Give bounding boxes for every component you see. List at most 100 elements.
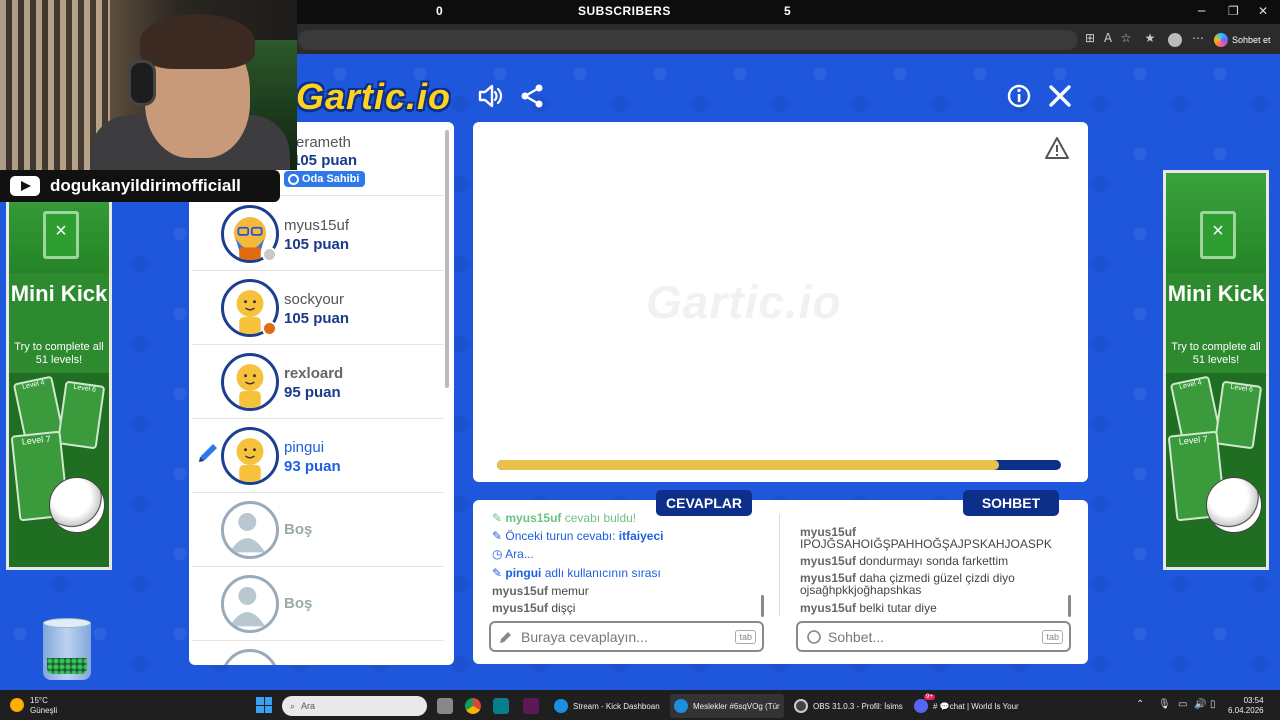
taskbar-app[interactable]: Meslekler #6sqVOg (Tür: [670, 694, 784, 718]
minimize-icon[interactable]: ─: [1198, 4, 1205, 18]
previous-answer: itfaiyeci: [618, 529, 664, 543]
webcam-person-hair: [140, 14, 255, 69]
favorites-icon[interactable]: ★: [1142, 31, 1158, 47]
room-owner-badge: Oda Sahibi: [284, 171, 366, 187]
counter-left: 0: [436, 4, 443, 18]
webcam-overlay: [0, 0, 297, 170]
list-item: myus15uf daha çizmedi güzel çizdi diyo oj…: [800, 572, 1015, 596]
battery-icon[interactable]: ▯: [1210, 699, 1216, 710]
copilot-button[interactable]: Sohbet et: [1214, 31, 1271, 49]
ad-title: Mini Kick: [1167, 281, 1265, 306]
clock[interactable]: 03:54 6.04.2026: [1228, 696, 1264, 716]
more-menu-icon[interactable]: ⋯: [1190, 31, 1206, 47]
chat-bubble-icon: [807, 629, 821, 644]
ad-image: Level 4 Level 6 Level 7: [1166, 373, 1266, 567]
empty-avatar-icon: [221, 501, 279, 559]
profile-avatar[interactable]: [1168, 33, 1182, 47]
time: 03:54: [1243, 696, 1264, 705]
list-item: ✎ myus15uf cevabı buldu!: [492, 512, 637, 525]
player-score: 105 puan: [284, 236, 350, 253]
tab-key-hint: tab: [1042, 630, 1063, 644]
msg-text: dişçi: [548, 601, 576, 615]
crown-icon: [288, 173, 299, 185]
app-icon[interactable]: [493, 698, 509, 714]
taskbar-search[interactable]: ⌕ Ara: [282, 696, 427, 716]
tab-key-hint: tab: [735, 630, 756, 644]
msg-user: myus15uf: [492, 601, 549, 615]
app-icon[interactable]: [523, 698, 539, 714]
chat-list: myus15uf IPOJĞSAHOIĞŞPAHHOĞŞAJPSKAHJOASPK…: [800, 512, 1062, 618]
chat-scrollbar[interactable]: [1068, 595, 1071, 617]
panel-divider: [779, 514, 780, 616]
list-item: myus15uf dondurmayı sonda farkettim: [800, 554, 1008, 569]
turn-timer-bar: [497, 460, 1061, 470]
read-aloud-icon[interactable]: A: [1100, 31, 1116, 47]
player-score: 105 puan: [292, 152, 358, 169]
msg-user: myus15uf: [800, 554, 857, 568]
msg-text: Ara...: [505, 547, 534, 561]
youtube-channel-banner: dogukanyildirimofficiall: [0, 170, 280, 202]
badge-label: Oda Sahibi: [302, 173, 360, 185]
canvas-watermark: Gartic.io: [646, 276, 842, 328]
volume-icon[interactable]: 🔊: [1194, 699, 1206, 710]
ad-subtitle: Try to complete all 51 levels!: [14, 341, 104, 366]
players-scrollbar[interactable]: [445, 130, 449, 388]
info-icon[interactable]: [1005, 82, 1033, 110]
player-row: pingui 93 puan: [192, 419, 444, 493]
msg-user: myus15uf: [505, 512, 562, 525]
soccer-ball-icon: [1206, 477, 1262, 533]
empty-avatar-icon: [221, 575, 279, 633]
answers-list: ✎ myus15uf cevabı buldu! ✎ Önceki turun …: [492, 512, 768, 618]
player-name: pingui: [284, 439, 325, 456]
task-view-icon[interactable]: [437, 698, 453, 714]
answers-scrollbar[interactable]: [761, 595, 764, 617]
sun-icon[interactable]: [10, 698, 24, 712]
ad-banner-left[interactable]: × Mini Kick Try to complete all 51 level…: [6, 170, 112, 570]
weather-widget[interactable]: 15°C Güneşli: [30, 696, 57, 716]
msg-text: Önceki turun cevabı:: [505, 529, 619, 543]
player-score: 95 puan: [284, 384, 341, 401]
drawing-pencil-icon: [199, 444, 217, 462]
players-panel: erameth 105 puan Oda Sahibi myus15uf 105…: [189, 122, 454, 665]
answer-placeholder: Buraya cevaplayın...: [521, 628, 648, 645]
address-bar[interactable]: [298, 30, 1078, 50]
start-button[interactable]: [256, 697, 272, 713]
msg-text: IPOJĞSAHOIĞŞPAHHOĞŞAJPSKAHJOASPK: [800, 537, 1052, 551]
answer-input[interactable]: Buraya cevaplayın... tab: [489, 621, 764, 652]
share-icon[interactable]: [518, 82, 546, 110]
ad-title: Mini Kick: [10, 281, 108, 306]
list-item: myus15uf IPOJĞSAHOIĞŞPAHHOĞŞAJPSKAHJOASPK: [800, 526, 1052, 550]
taskbar-app[interactable]: OBS 31.0.3 - Profil: İsims: [790, 694, 907, 718]
favorite-star-icon[interactable]: ☆: [1118, 31, 1134, 47]
soccer-ball-icon: [49, 477, 105, 533]
close-window-icon[interactable]: ✕: [1258, 4, 1268, 18]
tray-chevron-icon[interactable]: ⌃: [1136, 699, 1144, 710]
chat-input[interactable]: Sohbet... tab: [796, 621, 1071, 652]
status-dot: [262, 321, 277, 336]
taskbar-app-label: OBS 31.0.3 - Profil: İsims: [813, 701, 903, 711]
close-icon[interactable]: [1046, 82, 1074, 110]
msg-text: adlı kullanıcının sırası: [541, 566, 661, 580]
copilot-label: Sohbet et: [1232, 35, 1271, 45]
channel-name: dogukanyildirimofficiall: [50, 176, 241, 195]
report-warning-icon[interactable]: [1044, 136, 1070, 160]
chrome-icon[interactable]: [465, 698, 481, 714]
restore-icon[interactable]: ❐: [1228, 4, 1239, 18]
sound-icon[interactable]: [476, 82, 504, 110]
weather-condition: Güneşli: [30, 706, 58, 715]
taskbar-app[interactable]: Stream - Kick Dashboan: [550, 694, 664, 718]
network-icon[interactable]: ▭: [1178, 699, 1187, 710]
list-item: myus15uf dişçi: [492, 601, 576, 616]
empty-slot: Boş: [192, 567, 444, 641]
obs-icon: [794, 699, 808, 713]
app-install-icon[interactable]: ⊞: [1082, 31, 1098, 47]
player-name: erameth: [296, 134, 352, 151]
chat-placeholder: Sohbet...: [828, 628, 885, 645]
microphone-icon[interactable]: 🎙: [1158, 699, 1171, 710]
player-row: sockyour 105 puan: [192, 271, 444, 345]
taskbar-app-label: # 💬chat | World Is Your: [933, 701, 1019, 711]
discord-icon: [914, 699, 928, 713]
ad-banner-right[interactable]: × Mini Kick Try to complete all 51 level…: [1163, 170, 1269, 570]
date: 6.04.2026: [1228, 706, 1264, 715]
msg-text: belki tutar diye: [856, 601, 937, 615]
